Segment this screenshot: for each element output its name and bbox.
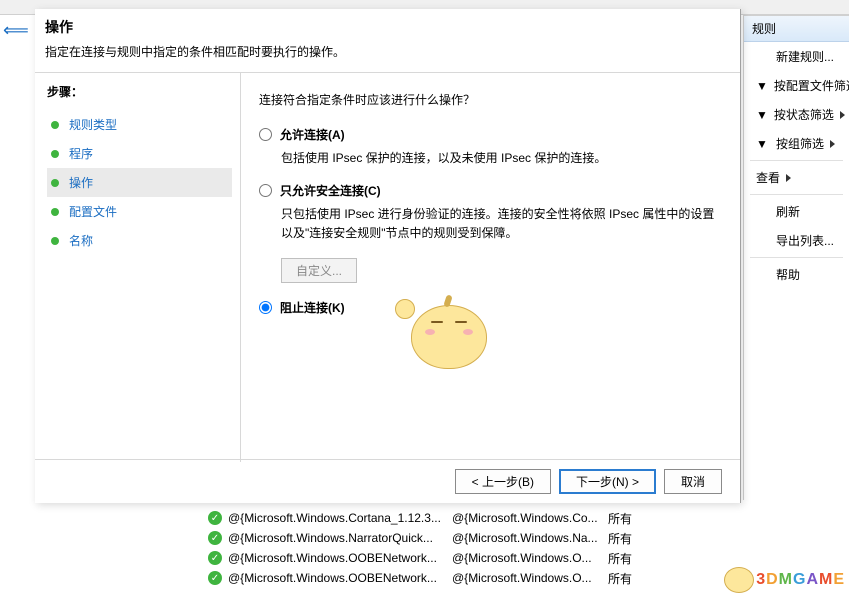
table-row[interactable]: ✓ @{Microsoft.Windows.NarratorQuick... @… — [208, 528, 768, 548]
action-filter-group[interactable]: ▼按组筛选 — [744, 129, 849, 158]
table-row[interactable]: ✓ @{Microsoft.Windows.OOBENetwork... @{M… — [208, 568, 768, 588]
wizard-steps: 步骤： 规则类型 程序 操作 配置文件 名称 — [35, 73, 240, 462]
step-name[interactable]: 名称 — [47, 226, 232, 255]
dialog-title: 操作 — [45, 17, 730, 37]
filter-icon: ▼ — [756, 108, 768, 122]
wizard-content: 连接符合指定条件时应该进行什么操作？ 允许连接(A) 包括使用 IPsec 保护… — [241, 73, 740, 462]
rule-profile-cell: 所有 — [608, 510, 668, 527]
step-label: 规则类型 — [69, 116, 117, 133]
action-filter-state[interactable]: ▼按状态筛选 — [744, 100, 849, 129]
radio-allow-secure-label[interactable]: 只允许安全连接(C) — [280, 182, 381, 199]
rule-name-cell: @{Microsoft.Windows.OOBENetwork... — [228, 571, 452, 585]
step-action[interactable]: 操作 — [47, 168, 232, 197]
nav-back-icon: ⟸ — [3, 20, 29, 41]
action-new-rule[interactable]: 新建规则... — [744, 42, 849, 71]
rule-name-cell: @{Microsoft.Windows.OOBENetwork... — [228, 551, 452, 565]
watermark: 3DMGAME — [724, 567, 845, 593]
action-refresh[interactable]: 刷新 — [744, 197, 849, 226]
bullet-icon — [51, 179, 59, 187]
rule-group-cell: @{Microsoft.Windows.Co... — [452, 511, 608, 525]
allow-status-icon: ✓ — [208, 511, 222, 525]
action-help[interactable]: 帮助 — [744, 260, 849, 289]
radio-allow-secure-connection[interactable] — [259, 184, 272, 197]
cancel-button[interactable]: 取消 — [664, 469, 722, 494]
prompt-text: 连接符合指定条件时应该进行什么操作？ — [259, 91, 718, 108]
filter-icon: ▼ — [756, 79, 768, 93]
step-label: 名称 — [69, 232, 93, 249]
step-program[interactable]: 程序 — [47, 139, 232, 168]
watermark-mascot-icon — [724, 567, 754, 593]
radio-allow-desc: 包括使用 IPsec 保护的连接，以及未使用 IPsec 保护的连接。 — [281, 149, 718, 168]
help-icon — [756, 268, 770, 282]
bullet-icon — [51, 237, 59, 245]
wizard-footer: < 上一步(B) 下一步(N) > 取消 — [35, 459, 740, 503]
actions-panel: 规则 新建规则... ▼按配置文件筛选 ▼按状态筛选 ▼按组筛选 查看 刷新 导… — [743, 15, 849, 500]
rule-group-cell: @{Microsoft.Windows.O... — [452, 551, 608, 565]
bullet-icon — [51, 150, 59, 158]
actions-panel-header: 规则 — [744, 16, 849, 42]
bullet-icon — [51, 121, 59, 129]
rule-name-cell: @{Microsoft.Windows.Cortana_1.12.3... — [228, 511, 452, 525]
chevron-right-icon — [840, 111, 845, 119]
step-label: 配置文件 — [69, 203, 117, 220]
step-label: 操作 — [69, 174, 93, 191]
next-button[interactable]: 下一步(N) > — [559, 469, 656, 494]
watermark-text: 3DMGAME — [756, 571, 845, 589]
radio-allow-label[interactable]: 允许连接(A) — [280, 126, 345, 143]
bullet-icon — [51, 208, 59, 216]
table-row[interactable]: ✓ @{Microsoft.Windows.OOBENetwork... @{M… — [208, 548, 768, 568]
chevron-right-icon — [786, 174, 791, 182]
allow-status-icon: ✓ — [208, 571, 222, 585]
action-export[interactable]: 导出列表... — [744, 226, 849, 255]
action-view[interactable]: 查看 — [744, 163, 849, 192]
export-icon — [756, 234, 770, 248]
allow-status-icon: ✓ — [208, 531, 222, 545]
radio-block-connection[interactable] — [259, 301, 272, 314]
dialog-subtitle: 指定在连接与规则中指定的条件相匹配时要执行的操作。 — [45, 43, 730, 60]
table-row[interactable]: ✓ @{Microsoft.Windows.Cortana_1.12.3... … — [208, 508, 768, 528]
step-label: 程序 — [69, 145, 93, 162]
refresh-icon — [756, 205, 770, 219]
radio-allow-connection[interactable] — [259, 128, 272, 141]
mascot-decoration — [393, 283, 501, 378]
rule-profile-cell: 所有 — [608, 570, 668, 587]
rule-name-cell: @{Microsoft.Windows.NarratorQuick... — [228, 531, 452, 545]
chevron-right-icon — [830, 140, 835, 148]
rules-list: ✓ @{Microsoft.Windows.Cortana_1.12.3... … — [208, 508, 768, 588]
allow-status-icon: ✓ — [208, 551, 222, 565]
action-filter-profile[interactable]: ▼按配置文件筛选 — [744, 71, 849, 100]
step-profile[interactable]: 配置文件 — [47, 197, 232, 226]
rule-group-cell: @{Microsoft.Windows.Na... — [452, 531, 608, 545]
wizard-dialog: 操作 指定在连接与规则中指定的条件相匹配时要执行的操作。 步骤： 规则类型 程序… — [35, 9, 741, 503]
radio-allow-secure-desc: 只包括使用 IPsec 进行身份验证的连接。连接的安全性将依照 IPsec 属性… — [281, 205, 718, 243]
filter-icon: ▼ — [756, 137, 770, 151]
rule-profile-cell: 所有 — [608, 550, 668, 567]
steps-heading: 步骤： — [47, 83, 232, 100]
new-rule-icon — [756, 50, 770, 64]
radio-block-label[interactable]: 阻止连接(K) — [280, 299, 345, 316]
step-rule-type[interactable]: 规则类型 — [47, 110, 232, 139]
back-button[interactable]: < 上一步(B) — [455, 469, 551, 494]
customize-button: 自定义... — [281, 258, 357, 283]
rule-profile-cell: 所有 — [608, 530, 668, 547]
rule-group-cell: @{Microsoft.Windows.O... — [452, 571, 608, 585]
